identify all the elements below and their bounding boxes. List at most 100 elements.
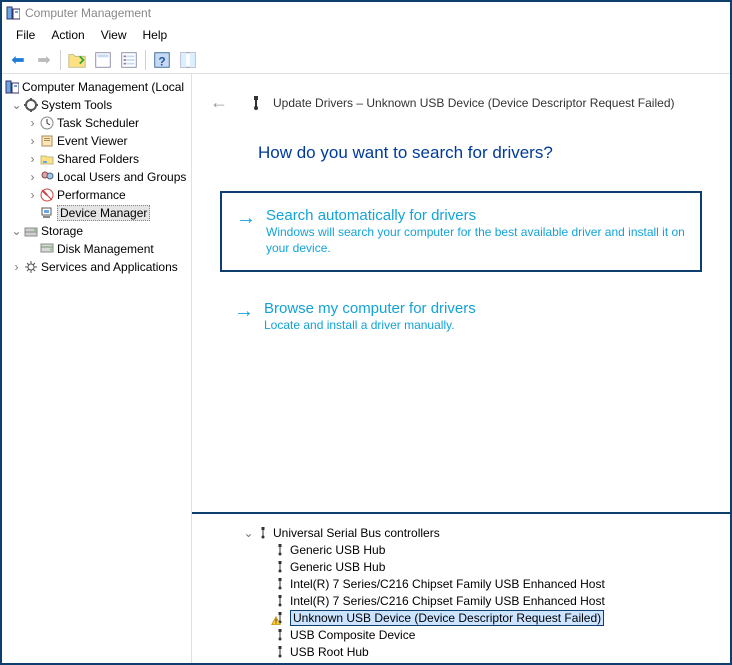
usb-device-icon bbox=[272, 542, 287, 557]
clock-icon bbox=[39, 116, 54, 131]
menu-help[interactable]: Help bbox=[135, 26, 176, 44]
tree-label: Local Users and Groups bbox=[57, 170, 186, 184]
tree-disk-mgmt[interactable]: › Disk Management bbox=[2, 240, 191, 258]
device-item[interactable]: USB Composite Device bbox=[192, 626, 730, 643]
dialog-question: How do you want to search for drivers? bbox=[192, 117, 730, 181]
tools-icon bbox=[23, 98, 38, 113]
dialog-back-button[interactable]: ← bbox=[210, 92, 228, 113]
tree-label: Storage bbox=[41, 224, 83, 238]
device-item[interactable]: Generic USB Hub bbox=[192, 558, 730, 575]
forward-arrow-icon: ➡ bbox=[37, 50, 50, 70]
twisty-closed-icon[interactable]: › bbox=[10, 261, 23, 273]
separator bbox=[145, 50, 146, 70]
tree-shared-folders[interactable]: › Shared Folders bbox=[2, 150, 191, 168]
toolbar-help[interactable] bbox=[150, 48, 174, 72]
device-item[interactable]: Intel(R) 7 Series/C216 Chipset Family US… bbox=[192, 575, 730, 592]
toolbar: ⬅ ➡ bbox=[2, 46, 730, 74]
storage-icon bbox=[23, 224, 38, 239]
tree-label: Event Viewer bbox=[57, 134, 127, 148]
toolbar-properties[interactable] bbox=[91, 48, 115, 72]
usb-controller-icon bbox=[255, 525, 270, 540]
gear-icon bbox=[23, 260, 38, 275]
twisty-closed-icon[interactable]: › bbox=[26, 153, 39, 165]
device-category[interactable]: ⌄ Universal Serial Bus controllers bbox=[192, 524, 730, 541]
device-tree: ⌄ Universal Serial Bus controllers Gener… bbox=[192, 524, 730, 663]
toolbar-panes[interactable] bbox=[176, 48, 200, 72]
toolbar-back[interactable]: ⬅ bbox=[6, 48, 30, 72]
tree-label: Disk Management bbox=[57, 242, 154, 256]
right-panel: ← Update Drivers – Unknown USB Device (D… bbox=[192, 74, 730, 663]
menu-view[interactable]: View bbox=[93, 26, 135, 44]
toolbar-list-view[interactable] bbox=[117, 48, 141, 72]
tree-root[interactable]: Computer Management (Local bbox=[2, 78, 191, 96]
option-subtitle: Windows will search your computer for th… bbox=[266, 224, 686, 256]
tree-system-tools[interactable]: ⌄ System Tools bbox=[2, 96, 191, 114]
option-subtitle: Locate and install a driver manually. bbox=[264, 317, 476, 333]
device-label: Intel(R) 7 Series/C216 Chipset Family US… bbox=[290, 577, 605, 591]
usb-device-icon bbox=[272, 559, 287, 574]
update-driver-dialog: ← Update Drivers – Unknown USB Device (D… bbox=[192, 74, 730, 514]
tree-label: System Tools bbox=[41, 98, 112, 112]
usb-icon bbox=[248, 95, 263, 110]
toolbar-up-folder[interactable] bbox=[65, 48, 89, 72]
separator bbox=[60, 50, 61, 70]
usb-device-icon bbox=[272, 644, 287, 659]
menu-bar: File Action View Help bbox=[2, 24, 730, 46]
device-item[interactable]: Intel(R) 7 Series/C216 Chipset Family US… bbox=[192, 592, 730, 609]
tree-device-manager[interactable]: › Device Manager bbox=[2, 204, 191, 222]
tree-services[interactable]: › Services and Applications bbox=[2, 258, 191, 276]
disk-icon bbox=[39, 242, 54, 257]
event-icon bbox=[39, 134, 54, 149]
option-search-automatically[interactable]: → Search automatically for drivers Windo… bbox=[220, 191, 702, 272]
twisty-closed-icon[interactable]: › bbox=[26, 117, 39, 129]
tree-label: Performance bbox=[57, 188, 126, 202]
device-item[interactable]: Generic USB Hub bbox=[192, 541, 730, 558]
window-title: Computer Management bbox=[25, 6, 151, 20]
twisty-closed-icon[interactable]: › bbox=[26, 171, 39, 183]
twisty-open-icon[interactable]: ⌄ bbox=[242, 527, 255, 539]
users-icon bbox=[39, 170, 54, 185]
dialog-header-text: Update Drivers – Unknown USB Device (Dev… bbox=[273, 96, 674, 110]
tree-label: Services and Applications bbox=[41, 260, 178, 274]
usb-device-icon bbox=[272, 627, 287, 642]
device-label: Unknown USB Device (Device Descriptor Re… bbox=[290, 610, 604, 626]
option-title: Search automatically for drivers bbox=[266, 207, 686, 224]
menu-action[interactable]: Action bbox=[43, 26, 92, 44]
performance-icon bbox=[39, 188, 54, 203]
app-icon bbox=[6, 6, 20, 20]
back-arrow-icon: ⬅ bbox=[11, 50, 24, 70]
twisty-open-icon[interactable]: ⌄ bbox=[10, 99, 23, 111]
device-item[interactable]: Unknown USB Device (Device Descriptor Re… bbox=[192, 609, 730, 626]
device-label: Intel(R) 7 Series/C216 Chipset Family US… bbox=[290, 594, 605, 608]
usb-warning-icon bbox=[272, 610, 287, 625]
usb-device-icon bbox=[272, 593, 287, 608]
tree-root-label: Computer Management (Local bbox=[22, 80, 184, 94]
device-item[interactable]: USB Root Hub bbox=[192, 643, 730, 660]
tree-task-scheduler[interactable]: › Task Scheduler bbox=[2, 114, 191, 132]
option-browse-computer[interactable]: → Browse my computer for drivers Locate … bbox=[220, 286, 702, 347]
option-title: Browse my computer for drivers bbox=[264, 300, 476, 317]
left-tree-panel: Computer Management (Local ⌄ System Tool… bbox=[2, 74, 192, 663]
device-label: USB Composite Device bbox=[290, 628, 415, 642]
tree-performance[interactable]: › Performance bbox=[2, 186, 191, 204]
menu-file[interactable]: File bbox=[8, 26, 43, 44]
arrow-right-icon: → bbox=[234, 300, 254, 333]
title-bar: Computer Management bbox=[2, 2, 730, 24]
tree-label: Task Scheduler bbox=[57, 116, 139, 130]
device-manager-icon bbox=[39, 206, 54, 221]
tree-event-viewer[interactable]: › Event Viewer bbox=[2, 132, 191, 150]
tree-label: Device Manager bbox=[57, 205, 150, 221]
tree-label: Shared Folders bbox=[57, 152, 139, 166]
tree-local-users[interactable]: › Local Users and Groups bbox=[2, 168, 191, 186]
tree-storage[interactable]: ⌄ Storage bbox=[2, 222, 191, 240]
toolbar-forward[interactable]: ➡ bbox=[32, 48, 56, 72]
device-label: USB Root Hub bbox=[290, 645, 369, 659]
device-label: USB Root Hub bbox=[290, 662, 369, 664]
usb-device-icon bbox=[272, 661, 287, 663]
twisty-open-icon[interactable]: ⌄ bbox=[10, 225, 23, 237]
device-item[interactable]: USB Root Hub bbox=[192, 660, 730, 663]
twisty-closed-icon[interactable]: › bbox=[26, 135, 39, 147]
twisty-closed-icon[interactable]: › bbox=[26, 189, 39, 201]
device-category-label: Universal Serial Bus controllers bbox=[273, 526, 440, 540]
device-label: Generic USB Hub bbox=[290, 543, 385, 557]
